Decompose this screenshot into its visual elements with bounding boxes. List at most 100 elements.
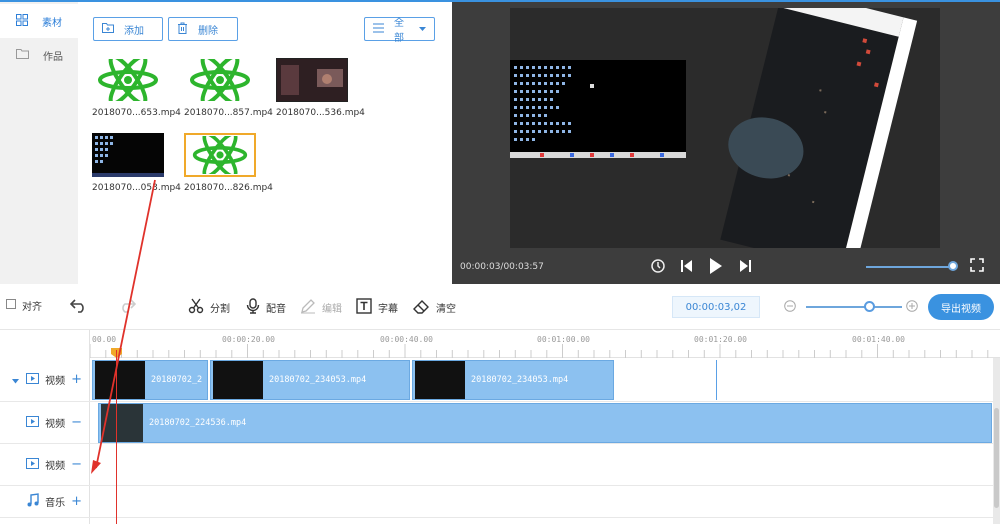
add-track-button[interactable]: + <box>71 494 82 509</box>
edit-label: 编辑 <box>322 304 342 315</box>
atom-logo-icon <box>98 59 158 101</box>
delete-button[interactable]: 删除 <box>168 17 238 41</box>
expand-caret-icon[interactable] <box>12 376 19 387</box>
clip-thumbnail <box>213 361 263 399</box>
dub-label: 配音 <box>266 304 286 315</box>
sidebar-item-label: 素材 <box>42 17 62 29</box>
timeline-clip[interactable]: 20180702_234053.mp4 <box>210 360 410 400</box>
media-library: 添加 删除 全部 2018070...653.mp4 2018070...857… <box>78 0 452 284</box>
filter-dropdown[interactable]: 全部 <box>364 17 435 44</box>
play-icon[interactable] <box>708 256 724 279</box>
media-item-selected[interactable]: 2018070...826.mp4 <box>184 133 273 193</box>
fullscreen-icon[interactable] <box>970 258 984 275</box>
media-name: 2018070...536.mp4 <box>276 108 365 118</box>
subtitle-button[interactable]: 字幕 <box>356 298 398 317</box>
music-note-icon <box>27 493 39 510</box>
clear-button[interactable]: 清空 <box>412 298 456 317</box>
preview-panel: 00:00:03/00:03:57 <box>452 0 1000 284</box>
volume-slider-track[interactable] <box>866 266 954 268</box>
zoom-slider-handle[interactable] <box>864 301 875 312</box>
sidebar-item-label: 作品 <box>43 51 63 63</box>
add-track-button[interactable]: + <box>71 372 82 387</box>
current-time-display: 00:00:03,02 <box>672 296 760 318</box>
align-checkbox[interactable]: 对齐 <box>6 298 42 313</box>
ruler-tick-label: 00:00:40.00 <box>380 335 433 344</box>
photo-thumbnail-icon <box>277 59 347 101</box>
filter-label: 全部 <box>394 18 404 44</box>
zoom-out-icon[interactable] <box>784 300 796 312</box>
volume-slider-handle[interactable] <box>948 261 958 271</box>
grid-icon <box>16 13 28 29</box>
checkbox-icon <box>6 299 16 312</box>
split-button[interactable]: 分割 <box>188 298 230 317</box>
atom-logo-icon <box>192 136 248 174</box>
trash-icon <box>177 22 188 37</box>
clip-label: 20180702_2 <box>151 375 203 385</box>
preview-stage <box>510 0 940 274</box>
export-video-button[interactable]: 导出视频 <box>928 294 994 320</box>
media-name: 2018070...653.mp4 <box>92 108 181 118</box>
undo-icon[interactable] <box>70 297 88 313</box>
scissors-icon <box>188 298 204 317</box>
video-track-2: 视频 − 20180702_224536.mp4 <box>0 402 1000 444</box>
edit-button[interactable]: 编辑 <box>300 298 342 317</box>
video-track-icon <box>26 457 40 472</box>
clip-label: 20180702_234053.mp4 <box>471 375 569 385</box>
desktop-screenshot-icon <box>92 133 164 177</box>
add-button[interactable]: 添加 <box>93 17 163 41</box>
caret-down-icon <box>419 24 426 35</box>
ruler-tick-label: 00.00 <box>92 335 117 344</box>
remove-track-button[interactable]: − <box>71 457 82 472</box>
next-icon[interactable] <box>738 258 752 277</box>
clip-thumbnail <box>95 361 145 399</box>
track-header: 音乐 + <box>0 486 90 517</box>
sidebar: 素材 作品 <box>0 0 78 284</box>
clip-thumbnail <box>101 404 143 442</box>
media-name: 2018070...053.mp4 <box>92 183 181 193</box>
edit-toolbar: 对齐 分割 配音 编辑 字幕 清空 00:00:03,02 导出视频 <box>0 284 1000 330</box>
redo-icon[interactable] <box>118 297 136 313</box>
timeline: 00.00 00:00:20.00 00:00:40.00 00:01:00.0… <box>0 330 1000 524</box>
remove-track-button[interactable]: − <box>71 415 82 430</box>
music-track: 音乐 + <box>0 486 1000 518</box>
media-item[interactable]: 2018070...653.mp4 <box>92 58 181 118</box>
loop-icon[interactable] <box>650 258 666 277</box>
zoom-slider-track[interactable] <box>806 306 902 308</box>
playhead-line[interactable] <box>116 350 117 524</box>
timeline-clip[interactable]: 20180702_224536.mp4 <box>98 403 992 443</box>
video-editor-app: 素材 作品 添加 删除 全部 2018070...653.mp4 2018070… <box>0 0 1000 524</box>
media-name: 2018070...826.mp4 <box>184 183 273 193</box>
track-label: 视频 <box>45 376 66 387</box>
sidebar-item-material[interactable]: 素材 <box>0 4 78 38</box>
media-thumbnail <box>92 58 164 102</box>
track-label: 音乐 <box>45 498 66 509</box>
media-name: 2018070...857.mp4 <box>184 108 273 118</box>
align-label: 对齐 <box>22 302 42 313</box>
media-item[interactable]: 2018070...857.mp4 <box>184 58 273 118</box>
clip-thumbnail <box>415 361 465 399</box>
pencil-icon <box>300 298 316 317</box>
track-header: 视频 + <box>0 358 90 401</box>
playback-time: 00:00:03/00:03:57 <box>460 262 544 272</box>
video-track-1: 视频 + 20180702_2 20180702_234053.mp4 2018… <box>0 358 1000 402</box>
media-item[interactable]: 2018070...053.mp4 <box>92 133 181 193</box>
time-ruler[interactable]: 00.00 00:00:20.00 00:00:40.00 00:01:00.0… <box>90 330 1000 358</box>
atom-logo-icon <box>190 59 250 101</box>
ruler-tick-label: 00:01:00.00 <box>537 335 590 344</box>
list-icon <box>373 23 384 36</box>
clip-label: 20180702_224536.mp4 <box>149 418 247 428</box>
media-thumbnail <box>276 58 348 102</box>
ruler-tick-label: 00:01:40.00 <box>852 335 905 344</box>
sidebar-item-works[interactable]: 作品 <box>0 38 78 72</box>
timeline-clip[interactable]: 20180702_2 <box>92 360 208 400</box>
dub-button[interactable]: 配音 <box>246 298 286 317</box>
scrollbar-thumb[interactable] <box>994 408 999 508</box>
media-thumbnail <box>92 133 164 177</box>
preview-canvas <box>510 0 918 274</box>
subtitle-label: 字幕 <box>378 304 398 315</box>
previous-icon[interactable] <box>680 258 694 277</box>
timeline-scrollbar[interactable] <box>993 358 1000 524</box>
timeline-clip[interactable]: 20180702_234053.mp4 <box>412 360 614 400</box>
media-item[interactable]: 2018070...536.mp4 <box>276 58 365 118</box>
zoom-in-icon[interactable] <box>906 300 918 312</box>
